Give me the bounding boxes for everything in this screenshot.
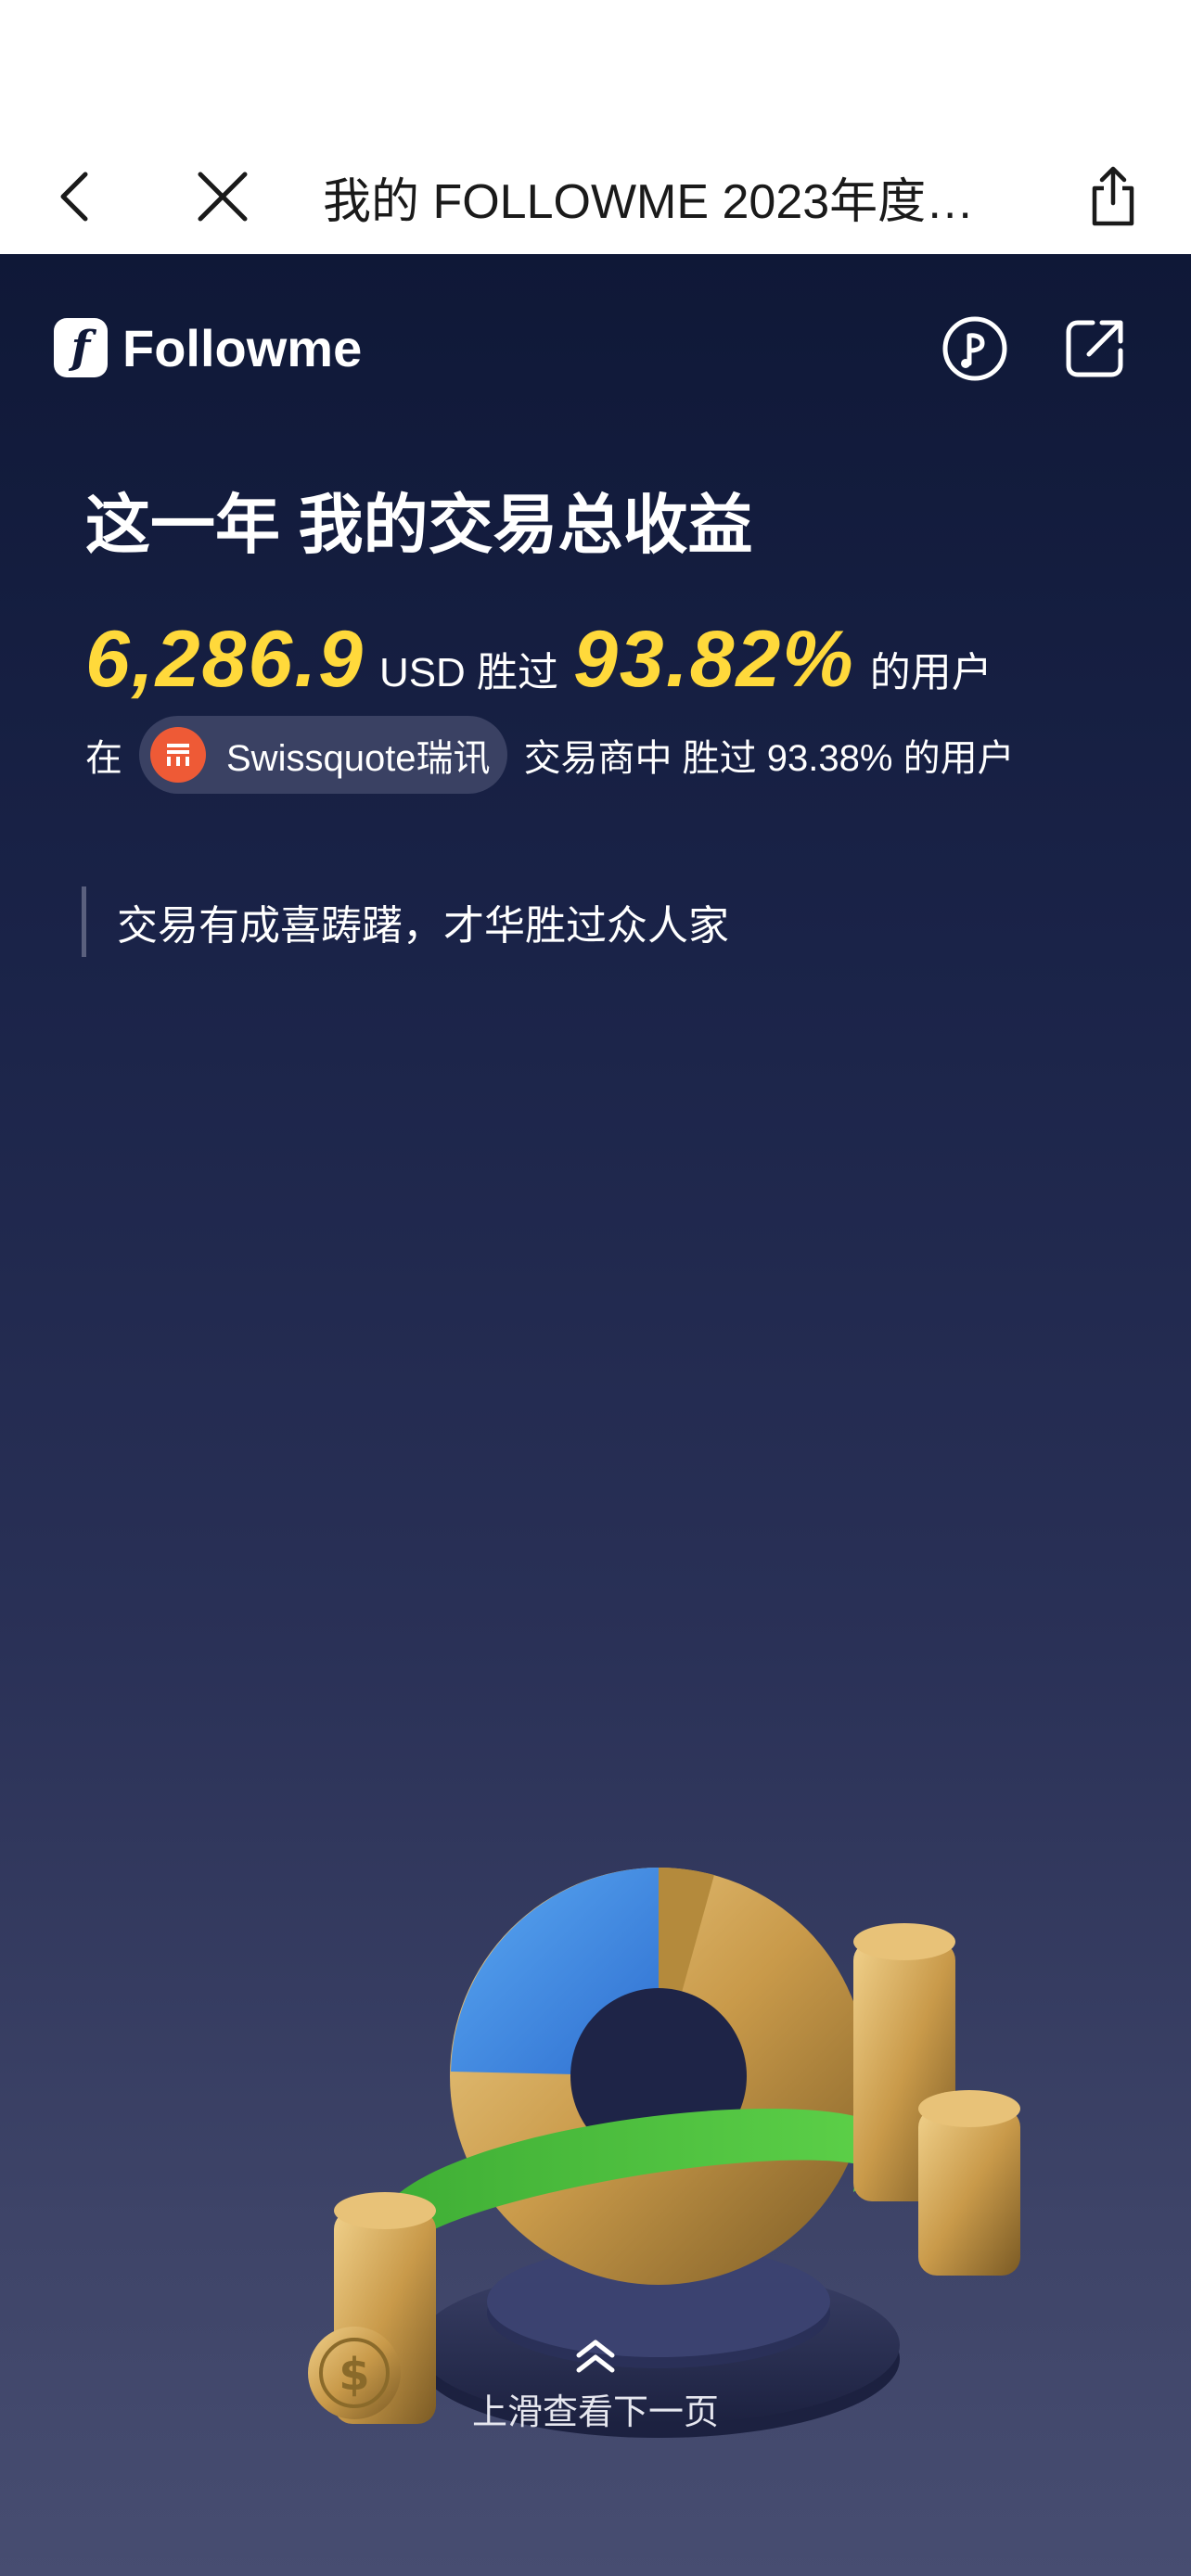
headline: 这一年 我的交易总收益	[85, 489, 753, 561]
close-button[interactable]	[181, 139, 264, 254]
page-title: 我的 FOLLOWME 2023年度…	[323, 174, 975, 229]
back-button[interactable]	[37, 139, 111, 254]
brand-name: Followme	[122, 318, 363, 377]
double-chevron-up-icon	[576, 2340, 615, 2373]
broker-name: Swissquote瑞讯	[226, 738, 491, 779]
share-icon	[1092, 166, 1134, 226]
rank-percent: 93.82%	[573, 615, 855, 704]
swipe-hint-text: 上滑查看下一页	[471, 2393, 719, 2432]
profit-unit-text: USD 胜过	[378, 650, 559, 695]
swipe-up-hint[interactable]: 上滑查看下一页	[0, 2337, 1191, 2434]
status-bar-area	[0, 0, 1191, 139]
broker-suffix: 交易商中 胜过 93.38% 的用户	[523, 738, 1015, 779]
broker-stats: 在 Swissquote瑞讯 交易商中 胜过 93.38% 的用户	[85, 716, 1015, 794]
quote-bar	[82, 886, 86, 957]
chevron-left-icon	[60, 172, 88, 222]
followme-logo-icon: f	[54, 318, 108, 377]
swissquote-logo-icon	[150, 727, 206, 783]
report-card: f Followme 这一年 我的交易总收益 6,286.9 USD 胜过 93…	[0, 254, 1191, 2576]
share-button[interactable]	[1076, 139, 1150, 254]
brand: f Followme	[54, 315, 362, 380]
profit-value: 6,286.9	[85, 615, 365, 704]
profit-stats: 6,286.9 USD 胜过 93.82% 的用户	[85, 614, 1007, 716]
nav-bar: 我的 FOLLOWME 2023年度…	[0, 139, 1191, 254]
external-link-button[interactable]	[1059, 313, 1130, 384]
quote-text: 交易有成喜踌躇，才华胜过众人家	[117, 903, 729, 949]
broker-prefix: 在	[85, 738, 122, 779]
page: 我的 FOLLOWME 2023年度… f Followme 这一年 我的交易总…	[0, 0, 1191, 2576]
external-link-icon	[1066, 320, 1123, 377]
music-icon	[942, 316, 1007, 381]
music-button[interactable]	[940, 313, 1010, 384]
close-icon	[198, 172, 248, 222]
broker-chip[interactable]: Swissquote瑞讯	[139, 716, 507, 794]
rank-suffix: 的用户	[869, 650, 992, 695]
